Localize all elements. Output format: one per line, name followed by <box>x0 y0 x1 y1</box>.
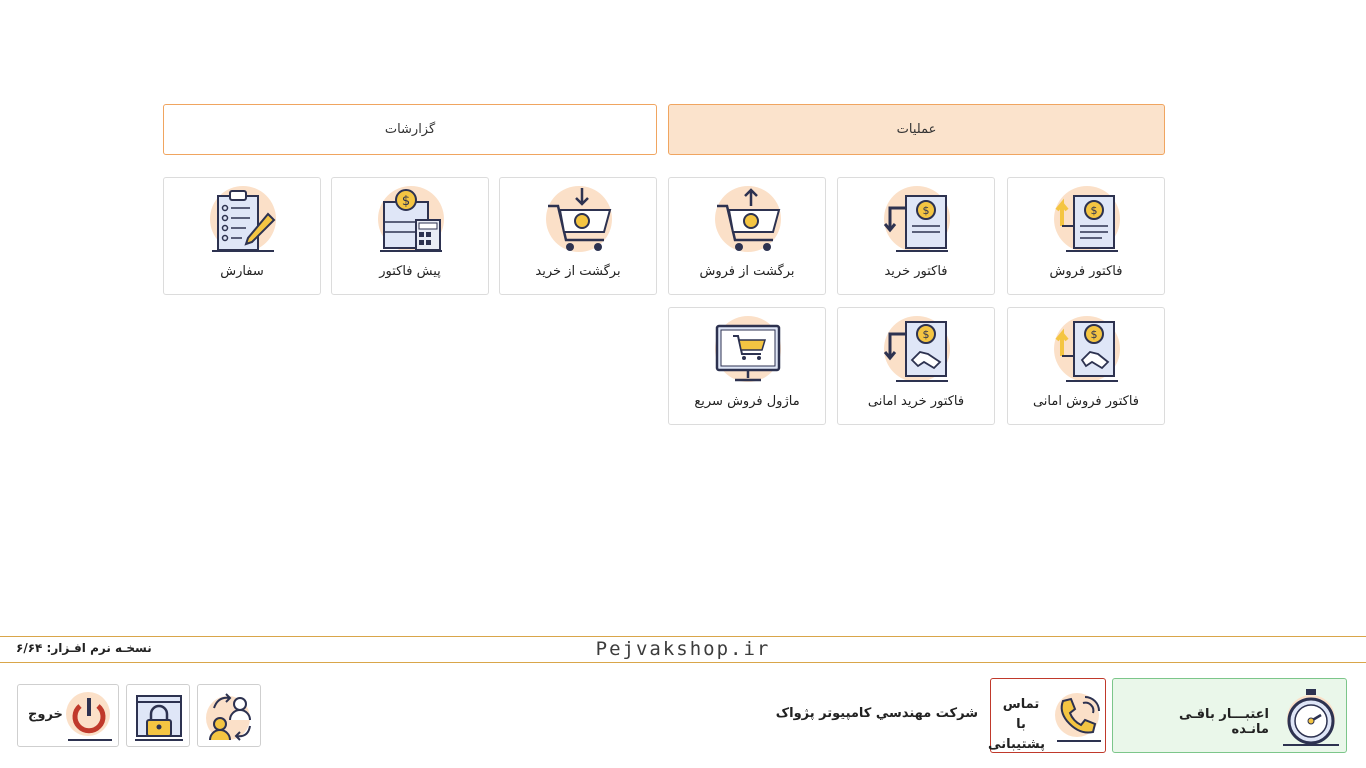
proforma-calculator-icon: $ <box>378 186 444 252</box>
tile-consignment-purchase-label: فاکتور خرید امانی <box>867 394 965 409</box>
tile-quick-sale[interactable]: ماژول فروش سریع <box>668 307 826 425</box>
brand-website: Pejvakshop.ir <box>595 638 771 660</box>
footer-divider-top <box>0 636 1366 637</box>
power-icon <box>66 692 112 741</box>
support-label-line2: پشتیبانی <box>988 737 1045 752</box>
svg-text:$: $ <box>923 204 930 217</box>
footer-divider-bottom <box>0 662 1366 663</box>
purchase-invoice-icon: $ <box>883 186 950 252</box>
support-label: تماس با پشتیبانی <box>988 695 1045 755</box>
company-name: شرکت مهندسي کامپيوتر پژواک <box>775 706 978 721</box>
switch-user-button[interactable] <box>197 684 261 747</box>
tile-consignment-sales[interactable]: $ فاکتور فروش امانی <box>1007 307 1165 425</box>
remaining-credit-panel: اعتبـــار باقـی مانـده <box>1112 678 1347 753</box>
sales-invoice-icon: $ <box>1054 186 1120 252</box>
tile-sales-invoice-label: فاکتور فروش <box>1049 264 1123 279</box>
switch-user-icon <box>206 693 251 741</box>
tile-sales-invoice[interactable]: $ فاکتور فروش <box>1007 177 1165 295</box>
tile-proforma-label: پیش فاکتور <box>379 264 441 279</box>
cart-return-up-icon <box>715 186 781 252</box>
tile-consignment-purchase[interactable]: $ فاکتور خرید امانی <box>837 307 995 425</box>
phone-icon <box>1055 693 1101 742</box>
tile-purchase-return-label: برگشت از خرید <box>535 264 621 279</box>
clipboard-order-icon <box>210 186 276 252</box>
tile-purchase-invoice-label: فاکتور خرید <box>884 264 948 279</box>
consignment-sales-icon: $ <box>1054 316 1120 382</box>
tab-operations[interactable]: عملیات <box>668 104 1165 155</box>
stopwatch-icon <box>1283 689 1339 746</box>
exit-button[interactable]: خروج <box>17 684 119 747</box>
tab-operations-label: عملیات <box>896 122 937 137</box>
tab-reports[interactable]: گزارشات <box>163 104 657 155</box>
tab-reports-label: گزارشات <box>384 122 436 137</box>
tile-proforma[interactable]: $ پیش فاکتور <box>331 177 489 295</box>
svg-text:$: $ <box>1091 328 1098 341</box>
consignment-purchase-icon: $ <box>883 316 950 382</box>
svg-text:$: $ <box>923 328 930 341</box>
lock-window-icon <box>135 695 183 741</box>
tile-purchase-return[interactable]: برگشت از خرید <box>499 177 657 295</box>
support-contact-button[interactable]: تماس با پشتیبانی <box>988 678 1106 755</box>
cart-return-down-icon <box>546 186 612 252</box>
svg-text:$: $ <box>1091 204 1098 217</box>
exit-label: خروج <box>28 707 63 722</box>
software-version: نسخـه نرم افـزار: ۶/۶۴ <box>16 641 152 655</box>
svg-text:$: $ <box>402 194 410 209</box>
tile-sales-return-label: برگشت از فروش <box>699 264 795 279</box>
monitor-cart-icon <box>715 316 781 382</box>
tile-order[interactable]: سفارش <box>163 177 321 295</box>
tile-purchase-invoice[interactable]: $ فاکتور خرید <box>837 177 995 295</box>
tile-quick-sale-label: ماژول فروش سریع <box>694 394 800 409</box>
remaining-credit-label: اعتبـــار باقـی مانـده <box>1178 707 1269 737</box>
lock-button[interactable] <box>126 684 190 747</box>
tile-consignment-sales-label: فاکتور فروش امانی <box>1032 394 1140 409</box>
tile-sales-return[interactable]: برگشت از فروش <box>668 177 826 295</box>
tile-order-label: سفارش <box>220 264 264 279</box>
support-label-line1: تماس با <box>1002 697 1040 732</box>
